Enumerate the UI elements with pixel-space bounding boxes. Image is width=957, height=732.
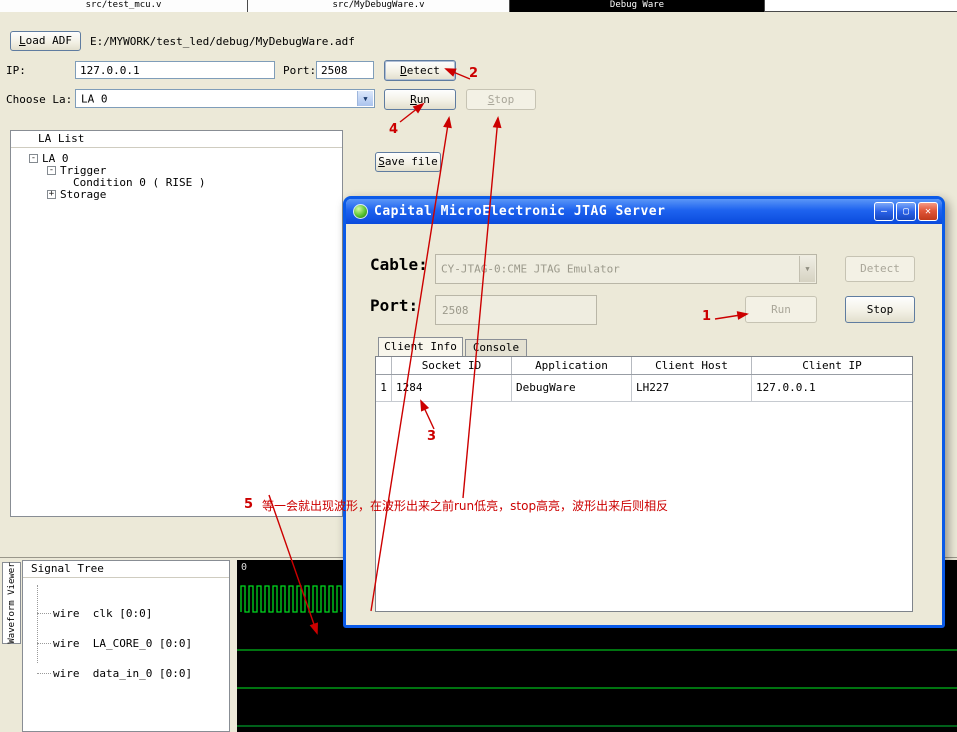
run-button-dialog[interactable]: Run: [745, 296, 817, 323]
tab-debug-ware[interactable]: Debug Ware: [510, 0, 765, 12]
col-header-index: [376, 357, 392, 374]
cell-application: DebugWare: [512, 375, 632, 401]
cable-combo-value: CY-JTAG-0:CME JTAG Emulator: [441, 262, 620, 276]
choose-la-label: Choose La:: [6, 93, 73, 106]
port-label-dialog: Port:: [370, 296, 419, 315]
tree-item-la0[interactable]: - LA 0: [29, 152, 342, 165]
tree-connector-line: [37, 585, 38, 663]
ip-input[interactable]: [75, 61, 275, 79]
chevron-down-icon[interactable]: ▼: [357, 91, 373, 106]
signal-row-data-in-0[interactable]: wire data_in_0 [0:0]: [36, 667, 192, 680]
close-button[interactable]: ✕: [918, 202, 938, 221]
client-table: Socket ID Application Client Host Client…: [375, 356, 913, 612]
client-table-header: Socket ID Application Client Host Client…: [376, 357, 912, 375]
cable-combo[interactable]: CY-JTAG-0:CME JTAG Emulator ▼: [435, 254, 817, 284]
stop-button-dialog[interactable]: Stop: [845, 296, 915, 323]
minimize-button[interactable]: —: [874, 202, 894, 221]
close-icon: ✕: [924, 206, 932, 217]
signal-tree-panel: Signal Tree wire clk [0:0] wire LA_CORE_…: [22, 560, 230, 732]
collapse-icon[interactable]: -: [29, 153, 38, 163]
tree-item-trigger[interactable]: - Trigger: [47, 164, 342, 177]
expand-icon[interactable]: +: [47, 189, 56, 199]
clk-trace: [240, 585, 342, 613]
col-header-client-host: Client Host: [632, 357, 752, 374]
tree-item-condition0[interactable]: Condition 0 ( RISE ): [73, 176, 342, 189]
col-header-application: Application: [512, 357, 632, 374]
tab-client-info[interactable]: Client Info: [378, 337, 463, 356]
jtag-server-dialog: Capital MicroElectronic JTAG Server — ▢ …: [343, 196, 945, 628]
la-list-panel: LA List - LA 0 - Trigger Condition 0 ( R…: [10, 130, 343, 517]
tab-src-mydebugware-v[interactable]: src/MyDebugWare.v: [248, 0, 510, 12]
dialog-titlebar[interactable]: Capital MicroElectronic JTAG Server — ▢ …: [346, 199, 942, 224]
tab-console[interactable]: Console: [465, 339, 527, 356]
chevron-down-icon[interactable]: ▼: [799, 256, 815, 282]
ip-label: IP:: [6, 64, 26, 77]
detect-button-dialog[interactable]: Detect: [845, 256, 915, 282]
detect-button[interactable]: Detect: [384, 60, 456, 81]
waveform-viewer-tab-label: Waveform Viewer: [6, 562, 17, 644]
tab-src-test-mcu-v[interactable]: src/test_mcu.v: [0, 0, 248, 12]
waveform-viewer-tab[interactable]: Waveform Viewer: [2, 562, 21, 644]
la-combo-value: LA 0: [81, 92, 108, 105]
minimize-icon: —: [880, 206, 888, 217]
tree-item-label: Storage: [60, 187, 107, 201]
load-adf-button[interactable]: Load ADF: [10, 31, 81, 51]
maximize-button[interactable]: ▢: [896, 202, 916, 221]
cell-client-ip: 127.0.0.1: [756, 381, 816, 394]
dialog-title: Capital MicroElectronic JTAG Server: [374, 204, 666, 219]
cell-socket-id: 1284: [392, 375, 512, 401]
signal-row-clk[interactable]: wire clk [0:0]: [36, 607, 152, 620]
port-input-dialog[interactable]: [435, 295, 597, 325]
cell-client-host: LH227: [632, 375, 752, 401]
la-tree: - LA 0 - Trigger Condition 0 ( RISE ) + …: [11, 148, 342, 201]
maximize-icon: ▢: [902, 206, 910, 217]
debugware-window: src/test_mcu.v src/MyDebugWare.v Debug W…: [0, 0, 957, 732]
annotation-step-2: 2: [469, 66, 479, 81]
stop-button[interactable]: Stop: [466, 89, 536, 110]
run-button[interactable]: Run: [384, 89, 456, 110]
cell-row-num: 1: [376, 375, 392, 401]
signal-row-la-core-0[interactable]: wire LA_CORE_0 [0:0]: [36, 637, 192, 650]
tab-bar-filler: [765, 0, 957, 11]
window-controls: — ▢ ✕: [874, 202, 938, 221]
cable-label: Cable:: [370, 255, 428, 274]
col-header-socket-id: Socket ID: [392, 357, 512, 374]
tree-item-storage[interactable]: + Storage: [47, 187, 342, 201]
col-header-client-ip: Client IP: [802, 359, 862, 372]
time-ruler-label: 0: [241, 562, 248, 573]
signal-tree-header: Signal Tree: [23, 561, 229, 578]
adf-path-text: E:/MYWORK/test_led/debug/MyDebugWare.adf: [90, 35, 355, 48]
annotation-step-4: 4: [389, 122, 399, 137]
app-icon: [353, 204, 368, 219]
port-label: Port:: [283, 64, 317, 77]
la-list-header: LA List: [11, 131, 342, 148]
collapse-icon[interactable]: -: [47, 165, 56, 175]
table-row[interactable]: 1 1284 DebugWare LH227 127.0.0.1: [376, 375, 912, 402]
save-file-button[interactable]: Save file: [375, 152, 441, 172]
editor-tab-bar: src/test_mcu.v src/MyDebugWare.v Debug W…: [0, 0, 957, 12]
la-combo[interactable]: LA 0 ▼: [75, 89, 375, 108]
port-input[interactable]: [316, 61, 374, 79]
